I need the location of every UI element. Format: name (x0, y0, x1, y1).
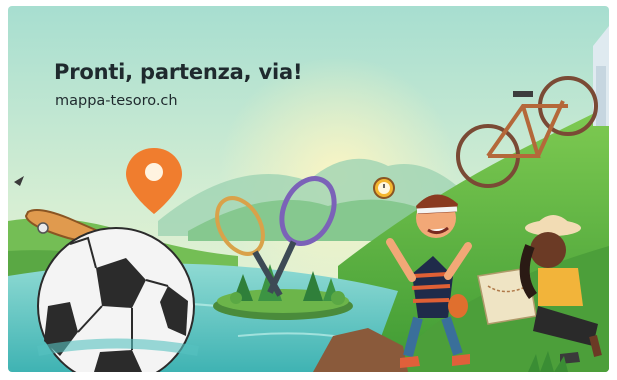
headline: Pronti, partenza, via! (54, 60, 303, 84)
stopwatch-icon (373, 177, 395, 199)
website-url[interactable]: mappa-tesoro.ch (55, 93, 178, 109)
banner-card[interactable]: Pronti, partenza, via! mappa-tesoro.ch (8, 6, 609, 372)
